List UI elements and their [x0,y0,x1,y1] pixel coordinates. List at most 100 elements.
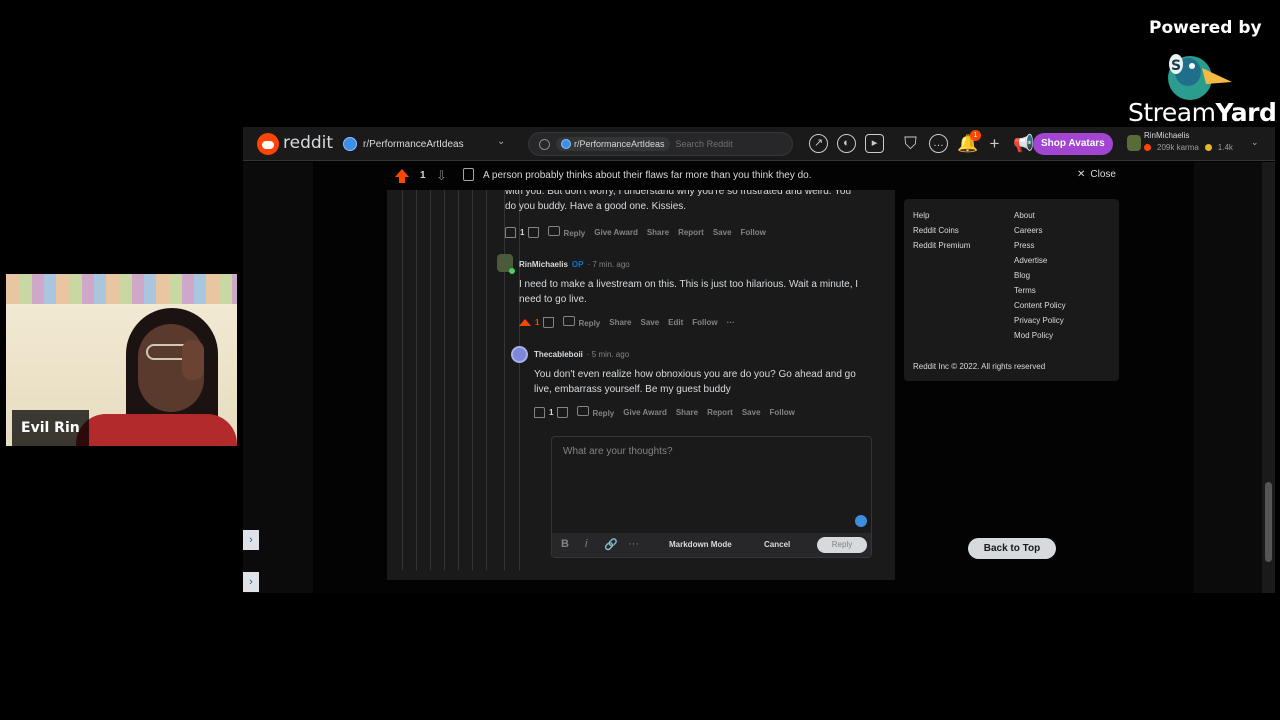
reply-label: Reply [563,229,586,238]
link-icon[interactable]: 🔗 [604,538,618,551]
thread-line[interactable] [416,190,417,570]
more-formatting-icon[interactable]: ··· [628,538,639,550]
downvote-arrow-icon[interactable] [543,316,555,328]
give-award-button[interactable]: Give Award [594,228,638,237]
scrollbar-thumb[interactable] [1265,482,1272,562]
search-scope-pill[interactable]: r/PerformanceArtIdeas [556,137,670,151]
all-icon[interactable]: ◐ [837,134,856,153]
upvote-arrow-icon[interactable] [505,226,516,238]
footer-link-privacy-policy[interactable]: Privacy Policy [1014,316,1066,325]
downvote-arrow-icon[interactable] [557,406,569,418]
thread-line[interactable] [458,190,459,570]
create-post-plus-icon[interactable]: + [985,134,1004,153]
thread-line[interactable] [402,190,403,570]
expand-panel-button[interactable]: › [243,572,259,592]
save-button[interactable]: Save [742,408,761,417]
downvote-arrow-icon[interactable]: ⇩ [436,168,447,184]
search-icon [539,138,550,150]
footer-link-advertise[interactable]: Advertise [1014,256,1066,265]
chevron-down-icon[interactable]: ⌄ [497,136,505,147]
shop-avatars-label: Shop Avatars [1041,138,1105,149]
expand-sidebar-button[interactable]: › [243,530,259,550]
search-bar[interactable]: r/PerformanceArtIdeas Search Reddit [528,132,793,156]
reply-button[interactable]: Reply [563,316,600,328]
footer-link-terms[interactable]: Terms [1014,286,1066,295]
italic-icon[interactable]: i [585,538,587,550]
reddit-wordmark[interactable]: reddit [283,133,333,153]
chat-icon[interactable]: … [929,134,948,153]
footer-link-help[interactable]: Help [913,211,970,220]
back-to-top-button[interactable]: Back to Top [968,538,1056,559]
markdown-mode-button[interactable]: Markdown Mode [669,540,732,549]
mod-shield-icon[interactable]: ⛉ [901,134,920,153]
vote-group: 1 [505,226,540,238]
page-scrollbar[interactable] [1262,162,1275,593]
footer-link-mod-policy[interactable]: Mod Policy [1014,331,1066,340]
footer-links-column: Help Reddit Coins Reddit Premium [913,211,970,250]
footer-link-blog[interactable]: Blog [1014,271,1066,280]
avatar[interactable] [497,254,515,274]
thread-line[interactable] [472,190,473,570]
report-button[interactable]: Report [678,228,704,237]
submit-reply-button[interactable]: Reply [817,537,867,553]
give-award-button[interactable]: Give Award [623,408,667,417]
footer-link-content-policy[interactable]: Content Policy [1014,301,1066,310]
search-input[interactable]: Search Reddit [676,139,733,149]
comment-meta: RinMichaelis OP · 7 min. ago [519,260,630,269]
upvote-arrow-icon[interactable] [534,406,545,418]
comment-text-line: with you. But don't worry, I understand … [505,190,852,197]
footer-link-about[interactable]: About [1014,211,1066,220]
footer-copyright: Reddit Inc © 2022. All rights reserved [913,362,1046,371]
thread-line[interactable] [519,190,520,570]
popular-icon[interactable]: ↗ [809,134,828,153]
footer-link-press[interactable]: Press [1014,241,1066,250]
thread-line[interactable] [444,190,445,570]
reply-button[interactable]: Reply [577,406,614,418]
footer-link-careers[interactable]: Careers [1014,226,1066,235]
comment-time[interactable]: · 7 min. ago [587,260,629,269]
cancel-button[interactable]: Cancel [764,540,790,549]
upvote-arrow-icon[interactable] [395,169,409,183]
reply-editor[interactable]: What are your thoughts? B i 🔗 ··· Markdo… [551,436,872,558]
post-overlay-bar: 1 ⇩ A person probably thinks about their… [313,162,1194,190]
bold-icon[interactable]: B [561,538,569,550]
save-button[interactable]: Save [713,228,732,237]
comment-author[interactable]: Thecableboii [534,350,583,359]
reply-label: Reply [578,319,601,328]
share-button[interactable]: Share [609,318,631,327]
downvote-arrow-icon[interactable] [528,226,540,238]
close-button[interactable]: ✕ Close [1077,169,1116,180]
footer-link-reddit-coins[interactable]: Reddit Coins [913,226,970,235]
share-button[interactable]: Share [647,228,669,237]
coin-icon [1204,144,1212,151]
reddit-snoo-icon[interactable] [257,133,279,155]
comment-author[interactable]: RinMichaelis [519,260,568,269]
shop-avatars-button[interactable]: Shop Avatars [1033,133,1113,155]
advertise-megaphone-icon[interactable]: 📢 [1013,134,1034,153]
follow-button[interactable]: Follow [770,408,795,417]
follow-button[interactable]: Follow [692,318,717,327]
edit-button[interactable]: Edit [668,318,683,327]
editor-toolbar: B i 🔗 ··· Markdown Mode Cancel Reply [552,533,871,557]
thread-line[interactable] [486,190,487,570]
thread-line[interactable] [504,190,505,570]
grammar-assistant-icon[interactable] [855,515,867,527]
community-dropdown[interactable]: r/PerformanceArtIdeas [343,133,513,155]
post-title[interactable]: A person probably thinks about their fla… [483,170,812,181]
footer-link-reddit-premium[interactable]: Reddit Premium [913,241,970,250]
reply-button[interactable]: Reply [548,226,585,238]
upvote-arrow-icon[interactable] [519,318,531,326]
share-button[interactable]: Share [676,408,698,417]
more-options-icon[interactable]: ··· [727,318,735,327]
avatar[interactable] [511,346,528,363]
thread-line[interactable] [430,190,431,570]
comment-time[interactable]: · 5 min. ago [587,350,629,359]
reddit-live-icon[interactable]: ▸ [865,134,884,153]
notification-bell-icon[interactable]: 🔔 1 [957,130,981,153]
user-menu[interactable]: RinMichaelis 209k karma 1.4k ⌄ [1127,131,1267,157]
online-status-dot [509,268,515,274]
reply-textarea[interactable]: What are your thoughts? [563,446,673,457]
report-button[interactable]: Report [707,408,733,417]
follow-button[interactable]: Follow [741,228,766,237]
save-button[interactable]: Save [640,318,659,327]
